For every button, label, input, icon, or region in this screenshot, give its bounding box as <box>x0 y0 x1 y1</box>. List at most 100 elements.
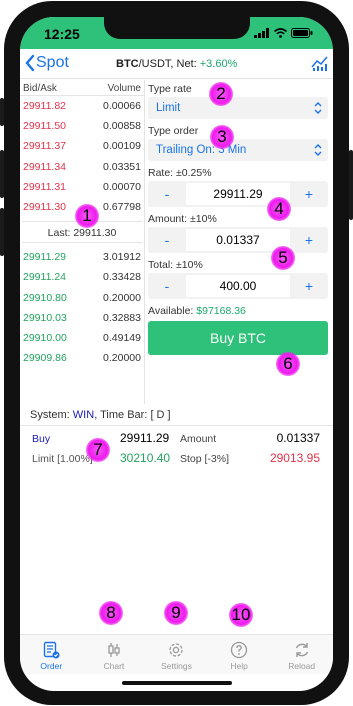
gear-icon <box>169 643 184 657</box>
total-minus-button[interactable]: - <box>148 278 186 294</box>
ask-price: 29911.34 <box>23 160 67 173</box>
updown-chevron-icon <box>314 102 322 114</box>
ask-volume: 0.03351 <box>103 160 141 173</box>
system-info: System: WIN, Time Bar: [ D ] <box>30 409 171 421</box>
home-indicator <box>122 681 232 685</box>
available-value: $97168.36 <box>196 305 246 317</box>
buy-button[interactable]: Buy BTC <box>148 321 328 355</box>
ask-volume: 0.00858 <box>103 120 141 133</box>
bid-price: 29910.00 <box>23 331 67 344</box>
status-time: 12:25 <box>44 26 80 42</box>
candles-icon <box>108 643 120 657</box>
bid-volume: 0.20000 <box>103 291 141 304</box>
signal-icon <box>254 28 269 38</box>
tab-order-label: Order <box>40 661 63 671</box>
tab-help[interactable]: Help <box>208 635 271 674</box>
ask-row[interactable]: 29911.31 0.00070 <box>20 177 144 197</box>
total-label: Total: ±10% <box>148 259 203 271</box>
nav-bar: Spot BTC/USDT, Net: +3.60% <box>20 49 333 79</box>
bid-volume: 0.32883 <box>103 311 141 324</box>
bid-list: 29911.29 3.01912 29911.24 0.33428 29910.80 0.… <box>20 247 144 368</box>
ask-price: 29911.31 <box>23 180 67 193</box>
order-side: Buy <box>32 433 51 445</box>
bid-price: 29911.29 <box>23 251 67 264</box>
type-rate-select[interactable]: Limit <box>148 97 328 119</box>
tab-order[interactable]: Order <box>20 635 83 674</box>
ask-volume: 0.00070 <box>103 180 141 193</box>
ask-list: 29911.82 0.00066 29911.50 0.00858 29911.37 0.… <box>20 96 144 217</box>
bid-volume: 3.01912 <box>103 251 141 264</box>
amount-stepper: - 0.01337 + <box>148 227 328 253</box>
ask-volume: 0.00109 <box>103 140 141 153</box>
amount-plus-button[interactable]: + <box>290 232 328 248</box>
bid-price: 29910.03 <box>23 311 67 324</box>
stop-value: 29013.95 <box>269 451 320 465</box>
rate-plus-button[interactable]: + <box>290 186 328 202</box>
chart-icon[interactable] <box>311 55 329 71</box>
annotation-marker-4: 4 <box>267 197 291 221</box>
rate-minus-button[interactable]: - <box>148 186 186 202</box>
battery-icon <box>291 28 313 38</box>
bid-row[interactable]: 29910.03 0.32883 <box>20 308 144 328</box>
bid-row[interactable]: 29910.00 0.49149 <box>20 328 144 348</box>
tab-help-label: Help <box>230 661 248 671</box>
ask-price: 29911.37 <box>23 140 67 153</box>
ask-row[interactable]: 29911.82 0.00066 <box>20 96 144 116</box>
tab-chart-label: Chart <box>103 661 125 671</box>
bid-row[interactable]: 29911.24 0.33428 <box>20 267 144 287</box>
tab-bar: Order Chart Settings Help Reload <box>20 634 333 674</box>
ask-volume: 0.00066 <box>103 100 141 113</box>
phone-mockup: 12:25 Spot BTC/USDT, Net: +3.60% Bid/Ask <box>0 0 353 706</box>
annotation-marker-2: 2 <box>209 82 233 106</box>
tab-chart[interactable]: Chart <box>83 635 146 674</box>
updown-chevron-icon <box>314 144 322 156</box>
pair-label: BTC <box>116 58 139 70</box>
bid-volume: 0.20000 <box>103 352 141 365</box>
bid-row[interactable]: 29910.80 0.20000 <box>20 288 144 308</box>
bid-row[interactable]: 29909.86 0.20000 <box>20 348 144 368</box>
tab-settings-label: Settings <box>161 661 192 671</box>
annotation-marker-8: 8 <box>99 601 123 625</box>
chevron-left-icon <box>25 54 35 72</box>
annotation-marker-6: 6 <box>276 352 300 376</box>
total-input[interactable]: 400.00 <box>186 275 290 297</box>
amount-minus-button[interactable]: - <box>148 232 186 248</box>
type-rate-value: Limit <box>156 102 181 114</box>
annotation-marker-9: 9 <box>164 601 188 625</box>
tab-settings[interactable]: Settings <box>145 635 208 674</box>
system-label: System: <box>30 409 73 421</box>
bid-ask-header: Bid/Ask <box>23 83 57 94</box>
bid-price: 29911.24 <box>23 271 67 284</box>
net-change: +3.60% <box>199 58 238 70</box>
volume-header: Volume <box>107 83 141 94</box>
ask-row[interactable]: 29911.37 0.00109 <box>20 136 144 156</box>
timebar-label: , Time Bar: <box>94 409 151 421</box>
annotation-marker-7: 7 <box>86 438 110 462</box>
total-plus-button[interactable]: + <box>290 278 328 294</box>
reload-icon <box>295 643 308 657</box>
bid-row[interactable]: 29911.29 3.01912 <box>20 247 144 267</box>
back-button[interactable]: Spot <box>24 54 69 72</box>
type-order-value: Trailing On: 3 Min <box>156 144 247 156</box>
ask-row[interactable]: 29911.50 0.00858 <box>20 116 144 136</box>
type-order-label: Type order <box>148 125 199 137</box>
ask-price: 29911.30 <box>23 201 67 214</box>
ask-row[interactable]: 29911.34 0.03351 <box>20 157 144 177</box>
timebar-value: [ D ] <box>150 409 171 421</box>
wifi-icon <box>274 28 287 38</box>
order-icon <box>44 641 60 659</box>
tab-reload[interactable]: Reload <box>270 635 333 674</box>
order-price: 29911.29 <box>120 431 170 445</box>
status-bar: 12:25 <box>20 17 333 49</box>
bid-price: 29909.86 <box>23 352 67 365</box>
ask-price: 29911.50 <box>23 120 67 133</box>
ask-price: 29911.82 <box>23 100 67 113</box>
order-form: Type rate Limit Type order Trailing On: … <box>148 83 328 355</box>
stop-label: Stop [-3%] <box>180 453 230 465</box>
total-stepper: - 400.00 + <box>148 273 328 299</box>
amount-input[interactable]: 0.01337 <box>186 229 290 251</box>
status-icons <box>254 28 313 38</box>
type-rate-label: Type rate <box>148 83 192 95</box>
bid-volume: 0.49149 <box>103 331 141 344</box>
type-order-select[interactable]: Trailing On: 3 Min <box>148 139 328 161</box>
